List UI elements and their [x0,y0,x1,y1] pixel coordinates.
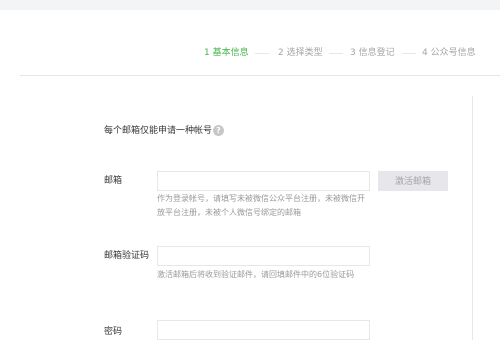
top-bar [0,0,500,10]
verification-code-input[interactable] [157,246,370,266]
email-input[interactable] [157,171,370,191]
step-separator [329,53,343,54]
side-divider [472,96,473,340]
step-select-type: 2 选择类型 [278,48,323,58]
step-account-info: 4 公众号信息 [422,48,476,58]
email-label: 邮箱 [104,176,123,186]
verification-code-label: 邮箱验证码 [104,251,150,261]
step-separator [402,53,416,54]
account-tip: 每个邮箱仅能申请一种帐号 [104,126,213,136]
activate-email-button[interactable]: 激活邮箱 [378,171,448,191]
step-separator [255,53,269,54]
step-basic-info: 1 基本信息 [204,48,249,58]
verification-code-hint: 激活邮箱后将收到验证邮件，请回填邮件中的6位验证码 [157,270,355,279]
question-circle-icon[interactable]: ? [213,125,224,136]
email-hint: 作为登录帐号，请填写未被微信公众平台注册，未被微信开放平台注册，未被个人微信号绑… [157,194,365,217]
step-progress: 1 基本信息 2 选择类型 3 信息登记 4 公众号信息 [0,47,500,61]
password-input[interactable] [157,320,370,340]
step-info-register: 3 信息登记 [350,48,395,58]
password-label: 密码 [104,327,123,337]
header-divider [20,75,500,76]
